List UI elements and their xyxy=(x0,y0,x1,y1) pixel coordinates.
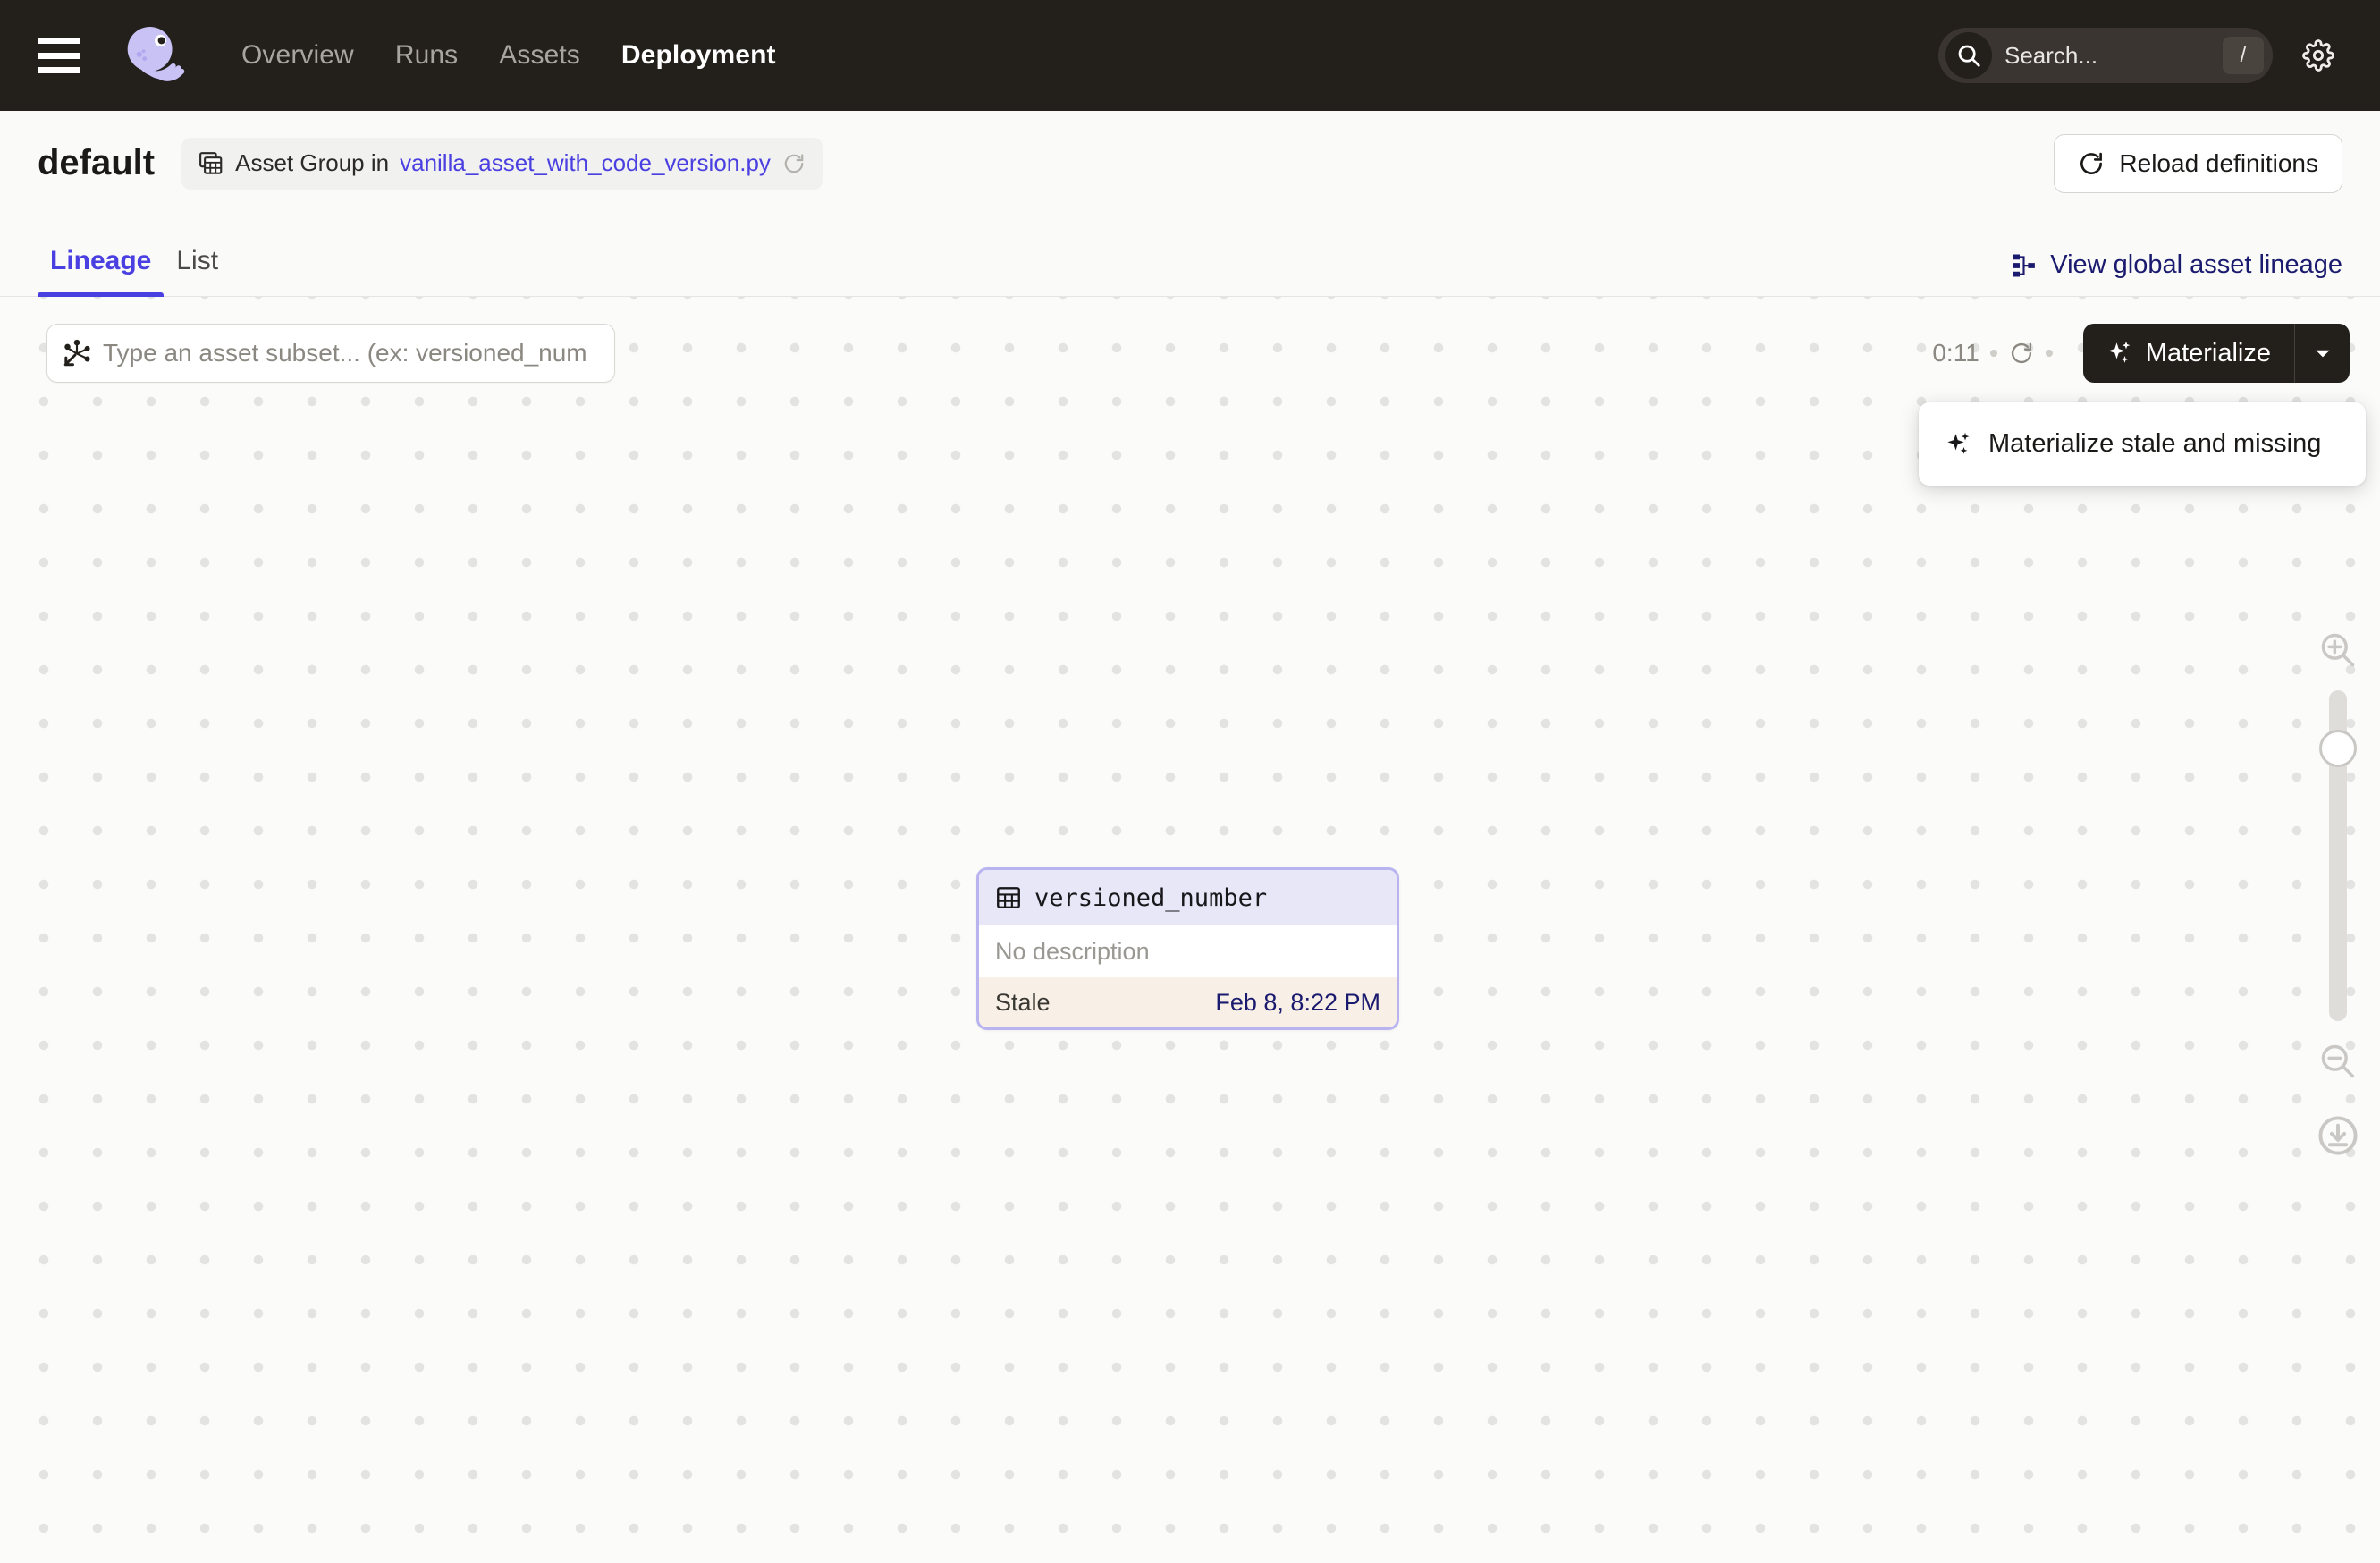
asset-group-icon xyxy=(199,151,223,174)
materialize-toolbar: 0:11 Materialize xyxy=(1932,324,2350,383)
asset-node-description: No description xyxy=(979,925,1397,977)
search-placeholder: Search... xyxy=(2004,41,2098,69)
asset-node-timestamp[interactable]: Feb 8, 8:22 PM xyxy=(1215,989,1380,1017)
asset-group-file-link[interactable]: vanilla_asset_with_code_version.py xyxy=(400,149,771,177)
view-global-asset-lineage-link[interactable]: View global asset lineage xyxy=(2011,250,2342,280)
refresh-icon[interactable] xyxy=(781,151,806,176)
search-input[interactable]: Search... / xyxy=(1938,28,2273,83)
search-icon xyxy=(1945,32,1992,79)
asset-node-status: Stale xyxy=(995,988,1051,1016)
tab-list: Lineage List xyxy=(38,215,231,297)
hamburger-menu-icon[interactable] xyxy=(38,38,80,73)
gear-icon[interactable] xyxy=(2294,31,2342,80)
sparkle-icon xyxy=(2108,341,2131,363)
primary-nav-links: Overview Runs Assets Deployment xyxy=(241,40,776,71)
zoom-controls xyxy=(2308,629,2367,1166)
refresh-timer: 0:11 xyxy=(1932,339,1979,367)
materialize-dropdown-toggle[interactable] xyxy=(2294,324,2350,383)
zoom-slider-track[interactable] xyxy=(2319,690,2357,1021)
chevron-down-icon xyxy=(2315,350,2330,358)
zoom-out-icon[interactable] xyxy=(2317,1041,2359,1082)
nav-link-runs[interactable]: Runs xyxy=(395,40,458,71)
materialize-button-group: Materialize xyxy=(2082,324,2350,383)
nav-right-cluster: Search... / xyxy=(1938,28,2342,83)
reload-definitions-label: Reload definitions xyxy=(2119,148,2318,177)
view-global-asset-lineage-label: View global asset lineage xyxy=(2050,250,2342,279)
separator-dot xyxy=(1989,350,1997,357)
menu-item-materialize-stale-and-missing[interactable]: Materialize stale and missing xyxy=(1919,413,2366,475)
asset-subset-input[interactable]: Type an asset subset... (ex: versioned_n… xyxy=(46,324,615,383)
nav-link-overview[interactable]: Overview xyxy=(241,40,354,71)
reload-definitions-button[interactable]: Reload definitions xyxy=(2054,133,2342,193)
table-icon xyxy=(997,887,1020,908)
separator-dot xyxy=(2045,350,2053,357)
nav-link-deployment[interactable]: Deployment xyxy=(621,40,776,71)
materialize-dropdown-menu: Materialize stale and missing xyxy=(1919,402,2366,486)
dagster-logo[interactable] xyxy=(118,21,186,89)
tab-lineage[interactable]: Lineage xyxy=(38,246,165,297)
search-shortcut-key: / xyxy=(2223,37,2264,74)
zoom-in-icon[interactable] xyxy=(2317,629,2359,671)
page-title: default xyxy=(38,143,156,182)
tabs-row: Lineage List View global asset lineage xyxy=(0,215,2380,297)
asset-node-versioned-number[interactable]: versioned_number No description Stale Fe… xyxy=(976,867,1399,1030)
nav-link-assets[interactable]: Assets xyxy=(499,40,580,71)
materialize-button[interactable]: Materialize xyxy=(2083,324,2294,383)
asset-subset-placeholder: Type an asset subset... (ex: versioned_n… xyxy=(103,339,587,367)
refresh-icon xyxy=(2080,152,2103,174)
zoom-slider-handle[interactable] xyxy=(2319,730,2357,767)
top-navigation-bar: Overview Runs Assets Deployment Search..… xyxy=(0,0,2380,111)
lineage-graph-icon xyxy=(2013,254,2036,276)
lineage-canvas[interactable]: Type an asset subset... (ex: versioned_n… xyxy=(0,297,2380,1563)
asset-group-breadcrumb: Asset Group in vanilla_asset_with_code_v… xyxy=(181,137,823,190)
sparkle-icon xyxy=(1947,432,1970,454)
zoom-to-fit-icon[interactable] xyxy=(2315,1112,2361,1159)
materialize-label: Materialize xyxy=(2145,338,2271,368)
asset-selection-icon xyxy=(63,339,90,367)
asset-node-header: versioned_number xyxy=(979,870,1397,925)
asset-group-label: Asset Group in xyxy=(235,149,390,176)
asset-node-title: versioned_number xyxy=(1034,883,1268,912)
page-header: default Asset Group in vanilla_asset_wit… xyxy=(0,111,2380,215)
refresh-icon[interactable] xyxy=(2008,340,2035,367)
asset-node-footer: Stale Feb 8, 8:22 PM xyxy=(979,977,1397,1027)
tab-list[interactable]: List xyxy=(164,246,231,296)
menu-item-label: Materialize stale and missing xyxy=(1988,429,2322,458)
